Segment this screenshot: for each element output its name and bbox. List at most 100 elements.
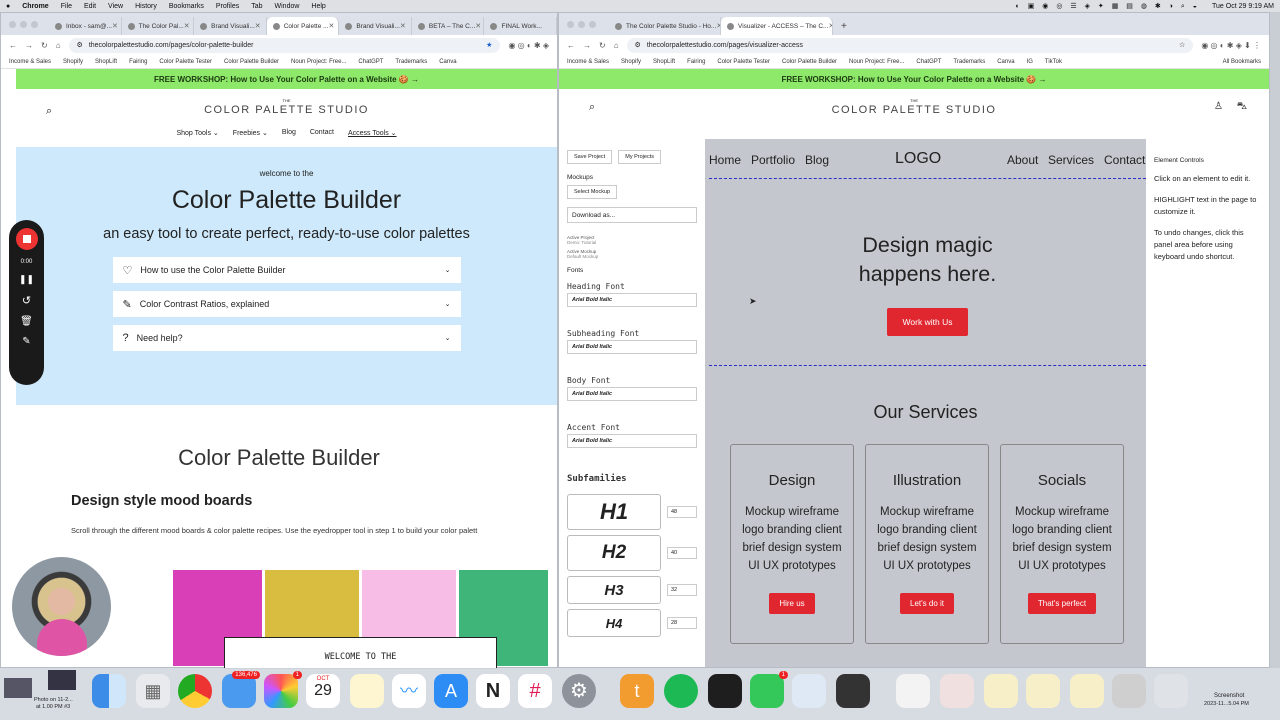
service-card-socials[interactable]: Socials Mockup wireframe logo branding cl… (1000, 444, 1124, 644)
close-icon[interactable]: ✕ (329, 22, 335, 30)
h1-size-input[interactable]: 48 (667, 506, 697, 518)
system-settings-icon[interactable]: ⚙ (562, 674, 596, 708)
accordion-how-to[interactable]: ♡ How to use the Color Palette Builder ⌄ (112, 257, 461, 283)
menu-app[interactable]: Chrome (22, 3, 48, 10)
tab-inbox[interactable]: Inbox - sam@... ✕ (49, 17, 122, 35)
site-logo[interactable]: COLOR PALETTE STUDIO (16, 104, 557, 116)
nav-freebies[interactable]: Freebies ⌄ (233, 129, 268, 137)
tab-brand-visual-2[interactable]: Brand Visuali... ✕ (339, 17, 412, 35)
card-text[interactable]: Mockup wireframe logo branding client br… (876, 503, 978, 575)
bookmark-shopify[interactable]: Shopify (621, 59, 641, 65)
service-card-illustration[interactable]: Illustration Mockup wireframe logo brandi… (865, 444, 989, 644)
heading-font-select[interactable]: Arial Bold Italic (567, 293, 697, 307)
recent-doc-3[interactable] (984, 674, 1018, 708)
desktop-photo-thumb[interactable] (4, 678, 32, 698)
reload-icon[interactable]: ↻ (41, 41, 48, 50)
nav-contact[interactable]: Contact (310, 129, 334, 137)
bookmark-shopify[interactable]: Shopify (63, 59, 83, 65)
close-icon[interactable]: ✕ (112, 22, 118, 30)
reload-icon[interactable]: ↻ (599, 41, 606, 50)
mock-nav-about[interactable]: About (1007, 153, 1038, 167)
accent-font-select[interactable]: Arial Bold Italic (567, 434, 697, 448)
cart-icon[interactable]: ⛍ (1237, 101, 1247, 114)
recent-doc-5[interactable] (1070, 674, 1104, 708)
menu-window[interactable]: Window (275, 3, 300, 10)
nav-shop-tools[interactable]: Shop Tools ⌄ (176, 129, 218, 137)
extensions-icon[interactable]: ◉ ◎ ◐ ✱ ◈ (508, 41, 549, 50)
bookmark-shoplift[interactable]: ShopLift (95, 59, 117, 65)
bookmark-chatgpt[interactable]: ChatGPT (358, 59, 383, 65)
trash-bin-icon[interactable] (1154, 674, 1188, 708)
close-icon[interactable]: ✕ (255, 22, 261, 30)
bookmark-cp-tester[interactable]: Color Palette Tester (159, 59, 212, 65)
notion-icon[interactable]: N (476, 674, 510, 708)
trash-icon[interactable]: 🗑 (20, 316, 33, 327)
hire-us-button[interactable]: Hire us (769, 593, 815, 614)
tab-visualizer[interactable]: Visualizer - ACCESS – The C...✕ (721, 17, 833, 35)
mock-logo[interactable]: LOGO (895, 150, 941, 168)
mock-nav-blog[interactable]: Blog (805, 153, 829, 167)
bookmark-star-icon[interactable]: ☆ (1179, 41, 1185, 49)
lets-do-it-button[interactable]: Let's do it (900, 593, 954, 614)
bookmark-shoplift[interactable]: ShopLift (653, 59, 675, 65)
extensions-icon[interactable]: ◉ ◎ ◐ ✱ ◈ ⬇ ⋮ (1201, 41, 1261, 50)
h2-size-input[interactable]: 40 (667, 547, 697, 559)
bookmark-income[interactable]: Income & Sales (567, 59, 609, 65)
close-icon[interactable]: ✕ (475, 22, 481, 30)
close-icon[interactable]: ✕ (400, 22, 406, 30)
slack-icon[interactable]: # (518, 674, 552, 708)
card-text[interactable]: Mockup wireframe logo branding client br… (741, 503, 843, 575)
card-title[interactable]: Socials (1001, 472, 1123, 489)
menu-tab[interactable]: Tab (251, 3, 262, 10)
spotify-icon[interactable] (664, 674, 698, 708)
calendar-icon[interactable]: OCT 29 (306, 674, 340, 708)
bookmark-canva[interactable]: Canva (997, 59, 1014, 65)
calculator-icon[interactable] (836, 674, 870, 708)
site-info-icon[interactable]: ⚙ (635, 41, 641, 49)
menu-history[interactable]: History (135, 3, 157, 10)
menu-view[interactable]: View (108, 3, 123, 10)
site-info-icon[interactable]: ⚙ (77, 41, 83, 49)
card-text[interactable]: Mockup wireframe logo branding client br… (1011, 503, 1113, 575)
bookmark-income[interactable]: Income & Sales (9, 59, 51, 65)
h4-size-input[interactable]: 28 (667, 617, 697, 629)
tab-cps-home[interactable]: The Color Palette Studio - Ho...✕ (609, 17, 721, 35)
tab-brand-visual[interactable]: Brand Visuali... ✕ (194, 17, 267, 35)
mail-icon[interactable]: 136,476 (222, 671, 260, 708)
workshop-banner[interactable]: FREE WORKSHOP: How to Use Your Color Pal… (559, 69, 1269, 89)
freeform-icon[interactable]: 〰 (392, 674, 426, 708)
tab-color-pal[interactable]: The Color Pal... ✕ (122, 17, 195, 35)
element-controls-panel[interactable]: Element Controls Click on an element to … (1146, 139, 1269, 667)
forward-icon[interactable]: → (583, 41, 591, 50)
mock-nav-services[interactable]: Services (1048, 153, 1094, 167)
h1-preview[interactable]: H1 (567, 494, 661, 530)
tab-color-palette-builder[interactable]: Color Palette ... ✕ (266, 17, 340, 35)
window-controls[interactable] (9, 21, 38, 28)
desktop-photo-thumb-2[interactable] (48, 670, 76, 690)
home-icon[interactable]: ⌂ (56, 41, 61, 50)
mock-nav-portfolio[interactable]: Portfolio (751, 153, 795, 167)
site-logo[interactable]: COLOR PALETTE STUDIO (559, 104, 1269, 116)
recent-doc-4[interactable] (1026, 674, 1060, 708)
figma-icon[interactable] (708, 674, 742, 708)
photos-icon[interactable]: 1 (264, 671, 302, 708)
apple-icon[interactable]: ● (6, 3, 10, 10)
menu-profiles[interactable]: Profiles (216, 3, 239, 10)
body-font-select[interactable]: Arial Bold Italic (567, 387, 697, 401)
chrome-icon[interactable] (178, 674, 212, 708)
recent-doc-1[interactable] (896, 674, 930, 708)
app-store-icon[interactable]: A (434, 674, 468, 708)
save-project-button[interactable]: Save Project (567, 150, 613, 164)
finder-icon[interactable] (92, 674, 126, 708)
bookmark-tiktok[interactable]: TikTok (1045, 59, 1062, 65)
h2-preview[interactable]: H2 (567, 535, 661, 571)
bookmark-star-icon[interactable]: ★ (486, 41, 492, 49)
launchpad-icon[interactable]: ▦ (136, 674, 170, 708)
account-icon[interactable]: ♙ (1214, 101, 1223, 112)
recent-doc-6[interactable] (1112, 674, 1146, 708)
bookmark-trademarks[interactable]: Trademarks (953, 59, 985, 65)
url-field[interactable]: ⚙ thecolorpalettestudio.com/pages/color-p… (68, 37, 501, 53)
home-icon[interactable]: ⌂ (614, 41, 619, 50)
bookmark-trademarks[interactable]: Trademarks (395, 59, 427, 65)
accordion-help[interactable]: ? Need help? ⌄ (112, 325, 461, 351)
